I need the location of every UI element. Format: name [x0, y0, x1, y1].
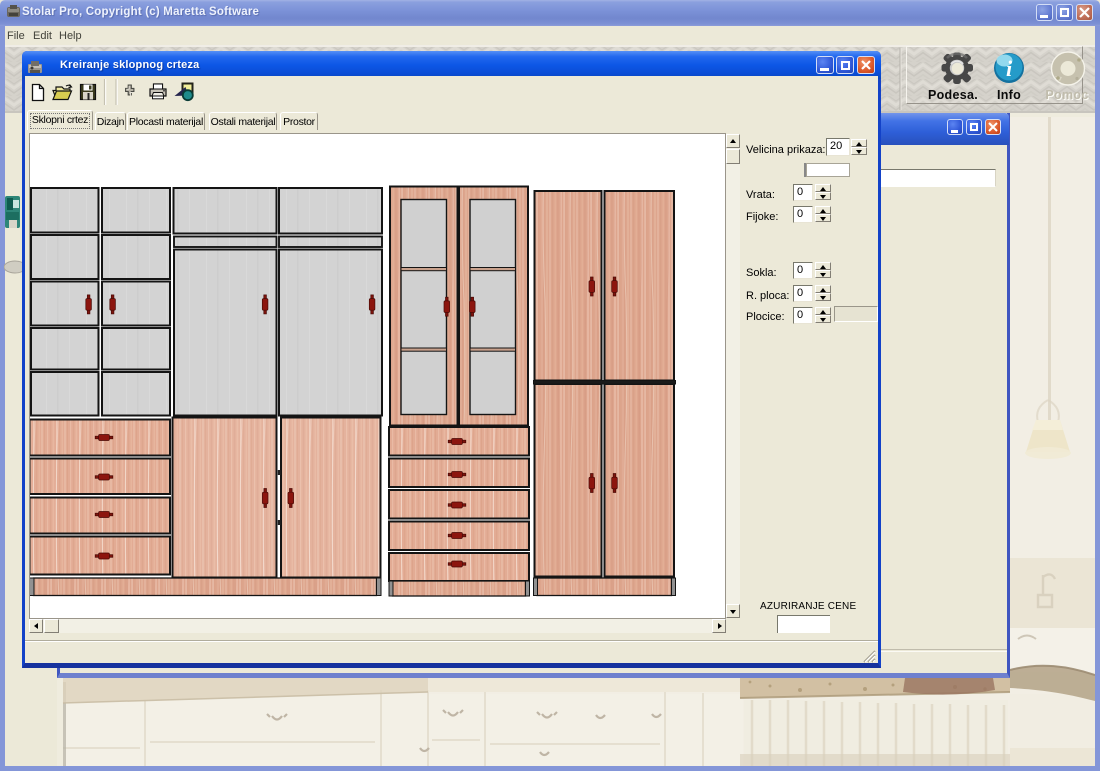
svg-text:i: i: [1006, 56, 1013, 81]
